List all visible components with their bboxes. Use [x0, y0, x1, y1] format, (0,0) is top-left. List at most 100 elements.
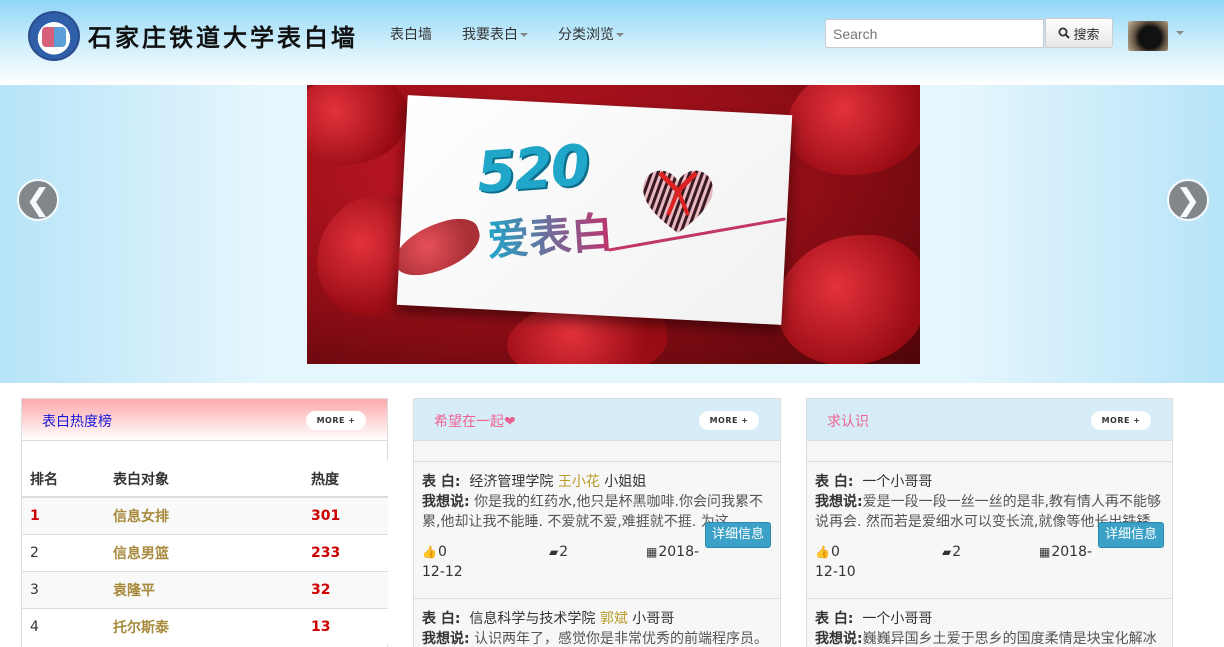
school-logo-icon[interactable]	[28, 11, 80, 61]
post-target: 表 白: 经济管理学院 王小花 小姐姐	[422, 472, 771, 492]
post-meta: 👍0 ▰2 ▦2018- 12-12 详细信息	[422, 522, 771, 580]
column-header: 表白对象	[105, 461, 303, 498]
heart-gift-icon	[643, 170, 713, 233]
post-date: ▦2018-	[646, 542, 699, 562]
post-target-label: 表 白:	[422, 474, 461, 490]
confession-post: 表 白: 经济管理学院 王小花 小姐姐 我想说: 你是我的红药水,他只是杯黑咖啡…	[414, 461, 779, 580]
panel-title: 求认识	[827, 414, 869, 430]
like-count: 0	[437, 544, 447, 560]
search-input[interactable]	[825, 19, 1044, 48]
table-header-row: 排名 表白对象 热度	[22, 461, 388, 498]
more-button[interactable]: MORE +	[1091, 411, 1151, 430]
table-row[interactable]: 4 托尔斯泰 13	[22, 607, 388, 645]
post-target: 表 白: 信息科学与技术学院 郭斌 小哥哥	[422, 609, 771, 629]
like-counter[interactable]: 👍0	[815, 542, 840, 562]
thumbs-up-icon: 👍	[422, 545, 437, 559]
calendar-icon: ▦	[1039, 545, 1051, 559]
panel-header: 希望在一起❤ MORE +	[414, 399, 780, 441]
post-meta: 👍0 ▰2 ▦2018- 12-10 详细信息	[815, 522, 1164, 580]
like-counter[interactable]: 👍0	[422, 542, 447, 562]
ranking-panel: 表白热度榜 MORE + 排名 表白对象 热度 1 信息女排 301 2 信息男…	[21, 398, 388, 647]
panel-title: 表白热度榜	[42, 414, 112, 430]
calendar-icon: ▦	[646, 545, 658, 559]
chevron-left-icon: ❮	[25, 182, 51, 218]
nav-item-label: 分类浏览	[558, 27, 614, 43]
heat-cell: 233	[303, 533, 388, 571]
acquaint-panel: 求认识 MORE + 表 白: 一个小哥哥 我想说:爱是一段一段一丝一丝的是非,…	[806, 398, 1173, 647]
nav-item-label: 我要表白	[462, 27, 518, 43]
nav-item-browse[interactable]: 分类浏览	[558, 24, 624, 44]
thumbs-up-icon: 👍	[815, 545, 830, 559]
post-target-college: 一个小哥哥	[862, 611, 933, 627]
comment-icon: ▰	[942, 545, 952, 559]
post-target: 表 白: 一个小哥哥	[815, 472, 1164, 492]
confession-post: 表 白: 一个小哥哥 我想说:巍巍异国乡土爱于思乡的国度柔情是块宝化解冰	[807, 598, 1172, 647]
comment-counter[interactable]: ▰2	[549, 542, 568, 562]
rank-cell: 1	[22, 496, 105, 534]
detail-button[interactable]: 详细信息	[704, 522, 771, 548]
rank-cell: 3	[22, 570, 105, 608]
banner-number: 520	[474, 133, 591, 206]
banner-carousel: 520 爱表白 ❮ ❯	[0, 85, 1224, 383]
comment-count: 2	[952, 544, 962, 560]
user-avatar[interactable]	[1128, 21, 1168, 51]
nav-item-wall[interactable]: 表白墙	[390, 24, 432, 44]
target-cell[interactable]: 袁隆平	[105, 570, 303, 608]
post-says-label: 我想说:	[815, 631, 863, 647]
search-icon	[1058, 27, 1071, 39]
logo-emblem	[42, 27, 66, 47]
comment-counter[interactable]: ▰2	[942, 542, 961, 562]
post-target-suffix: 小姐姐	[604, 474, 647, 490]
post-content: 我想说:巍巍异国乡土爱于思乡的国度柔情是块宝化解冰	[815, 629, 1164, 647]
banner-slogan: 爱表白	[485, 199, 615, 269]
more-button[interactable]: MORE +	[306, 411, 366, 430]
carousel-next-button[interactable]: ❯	[1167, 179, 1209, 221]
post-target-name[interactable]: 王小花	[558, 474, 600, 490]
chevron-right-icon: ❯	[1175, 182, 1201, 218]
post-says-label: 我想说:	[422, 494, 470, 510]
petal-decoration	[787, 85, 920, 175]
rank-cell: 4	[22, 607, 105, 645]
target-cell[interactable]: 信息女排	[105, 496, 303, 534]
panel-title: 希望在一起❤	[434, 414, 516, 430]
post-date-year: 2018-	[658, 544, 700, 560]
post-text: 巍巍异国乡土爱于思乡的国度柔情是块宝化解冰	[862, 631, 1157, 647]
post-target-label: 表 白:	[422, 611, 461, 627]
table-row[interactable]: 1 信息女排 301	[22, 496, 388, 534]
post-date: ▦2018-	[1039, 542, 1092, 562]
column-header: 热度	[303, 461, 388, 498]
more-button[interactable]: MORE +	[699, 411, 759, 430]
caret-down-icon	[520, 33, 528, 37]
heat-cell: 32	[303, 570, 388, 608]
petal-decoration	[777, 235, 920, 364]
carousel-prev-button[interactable]: ❮	[17, 179, 59, 221]
target-cell[interactable]: 信息男篮	[105, 533, 303, 571]
target-cell[interactable]: 托尔斯泰	[105, 607, 303, 645]
detail-button[interactable]: 详细信息	[1097, 522, 1164, 548]
comment-icon: ▰	[549, 545, 559, 559]
post-text: 认识两年了，感觉你是非常优秀的前端程序员。	[474, 631, 769, 647]
post-target: 表 白: 一个小哥哥	[815, 609, 1164, 629]
panel-header: 求认识 MORE +	[807, 399, 1172, 441]
post-date-year: 2018-	[1051, 544, 1093, 560]
table-row[interactable]: 3 袁隆平 32	[22, 570, 388, 608]
caret-down-icon[interactable]	[1176, 31, 1184, 35]
post-target-name[interactable]: 郭斌	[600, 611, 628, 627]
caret-down-icon	[616, 33, 624, 37]
site-title[interactable]: 石家庄铁道大学表白墙	[88, 18, 358, 53]
post-target-label: 表 白:	[815, 474, 854, 490]
nav-item-confess[interactable]: 我要表白	[462, 24, 528, 44]
post-says-label: 我想说:	[422, 631, 470, 647]
like-count: 0	[830, 544, 840, 560]
table-row[interactable]: 2 信息男篮 233	[22, 533, 388, 571]
post-says-label: 我想说:	[815, 494, 863, 510]
banner-image[interactable]: 520 爱表白	[307, 85, 920, 364]
confession-post: 表 白: 信息科学与技术学院 郭斌 小哥哥 我想说: 认识两年了，感觉你是非常优…	[414, 598, 779, 647]
search-button[interactable]: 搜索	[1045, 18, 1113, 48]
column-header: 排名	[22, 461, 105, 498]
nav-item-label: 表白墙	[390, 27, 432, 43]
rank-cell: 2	[22, 533, 105, 571]
confession-post: 表 白: 一个小哥哥 我想说:爱是一段一段一丝一丝的是非,教有情人再不能够说再会…	[807, 461, 1172, 580]
post-target-label: 表 白:	[815, 611, 854, 627]
search-button-label: 搜索	[1073, 27, 1100, 43]
